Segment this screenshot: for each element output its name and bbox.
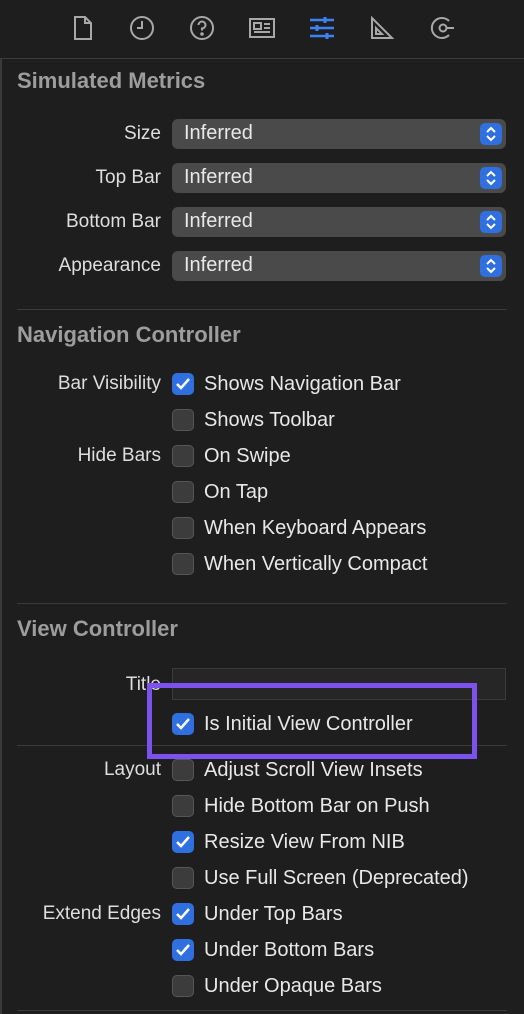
section-divider [17,603,507,604]
section-title-view-controller: View Controller [17,616,178,641]
checkbox-label: Resize View From NIB [204,830,405,853]
checkbox-label: Adjust Scroll View Insets [204,758,423,781]
when-vertically-compact-checkbox[interactable]: When Vertically Compact [172,551,427,577]
highlight-box [147,683,477,759]
section-title-simulated-metrics: Simulated Metrics [17,68,206,93]
bottom-bar-popup-value: Inferred [184,210,253,232]
appearance-popup-value: Inferred [184,254,253,276]
inspector-toolbar [0,0,524,58]
adjust-scroll-view-insets-checkbox[interactable]: Adjust Scroll View Insets [172,757,423,783]
top-bar-popup[interactable]: Inferred [172,163,506,193]
toolbar-divider [0,58,524,59]
checkbox-box [172,867,194,889]
section-divider [17,309,507,310]
chevron-updown-icon [480,167,502,189]
size-popup[interactable]: Inferred [172,119,506,149]
under-bottom-bars-checkbox[interactable]: Under Bottom Bars [172,937,374,963]
checkmark-icon [172,903,194,925]
chevron-updown-icon [480,123,502,145]
checkbox-box [172,759,194,781]
ruler-icon[interactable] [366,12,398,44]
checkbox-box [172,553,194,575]
sliders-icon[interactable] [306,12,338,44]
connections-icon[interactable] [426,12,458,44]
size-popup-value: Inferred [184,122,253,144]
checkbox-box [172,481,194,503]
checkmark-icon [172,831,194,853]
section-title-navigation-controller: Navigation Controller [17,322,241,347]
checkbox-box [172,517,194,539]
resize-view-from-nib-checkbox[interactable]: Resize View From NIB [172,829,405,855]
panel-left-border [0,0,2,1014]
identity-card-icon[interactable] [246,12,278,44]
help-icon[interactable] [186,12,218,44]
hide-bottom-bar-on-push-checkbox[interactable]: Hide Bottom Bar on Push [172,793,430,819]
checkmark-icon [172,939,194,961]
checkbox-label: When Vertically Compact [204,552,428,575]
on-tap-checkbox[interactable]: On Tap [172,479,268,505]
checkbox-label: Under Opaque Bars [204,974,382,997]
top-bar-label: Top Bar [95,167,161,188]
checkbox-label: Use Full Screen (Deprecated) [204,866,469,889]
appearance-popup[interactable]: Inferred [172,251,506,281]
checkbox-label: Under Bottom Bars [204,938,375,961]
checkbox-label: Shows Navigation Bar [204,372,401,395]
under-top-bars-checkbox[interactable]: Under Top Bars [172,901,343,927]
shows-toolbar-checkbox[interactable]: Shows Toolbar [172,407,335,433]
shows-navigation-bar-checkbox[interactable]: Shows Navigation Bar [172,371,401,397]
on-swipe-checkbox[interactable]: On Swipe [172,443,291,469]
checkbox-label: Under Top Bars [204,902,343,925]
extend-edges-label: Extend Edges [42,903,161,924]
hide-bars-label: Hide Bars [77,445,161,466]
checkbox-label: When Keyboard Appears [204,516,427,539]
appearance-label: Appearance [58,255,161,276]
checkbox-label: Shows Toolbar [204,408,335,431]
checkmark-icon [172,373,194,395]
checkbox-label: On Swipe [204,444,291,467]
checkbox-box [172,795,194,817]
checkbox-label: On Tap [204,480,269,503]
bottom-bar-popup[interactable]: Inferred [172,207,506,237]
checkbox-box [172,445,194,467]
bar-visibility-label: Bar Visibility [57,373,161,394]
file-icon[interactable] [67,12,99,44]
chevron-updown-icon [480,255,502,277]
when-keyboard-appears-checkbox[interactable]: When Keyboard Appears [172,515,426,541]
clock-icon[interactable] [126,12,158,44]
under-opaque-bars-checkbox[interactable]: Under Opaque Bars [172,973,382,999]
chevron-updown-icon [480,211,502,233]
layout-label: Layout [103,759,161,780]
top-bar-popup-value: Inferred [184,166,253,188]
checkbox-box [172,409,194,431]
size-label: Size [124,123,161,144]
use-full-screen-checkbox[interactable]: Use Full Screen (Deprecated) [172,865,469,891]
bottom-bar-label: Bottom Bar [65,211,161,232]
checkbox-label: Hide Bottom Bar on Push [204,794,430,817]
section-divider [17,1010,507,1011]
checkbox-box [172,975,194,997]
